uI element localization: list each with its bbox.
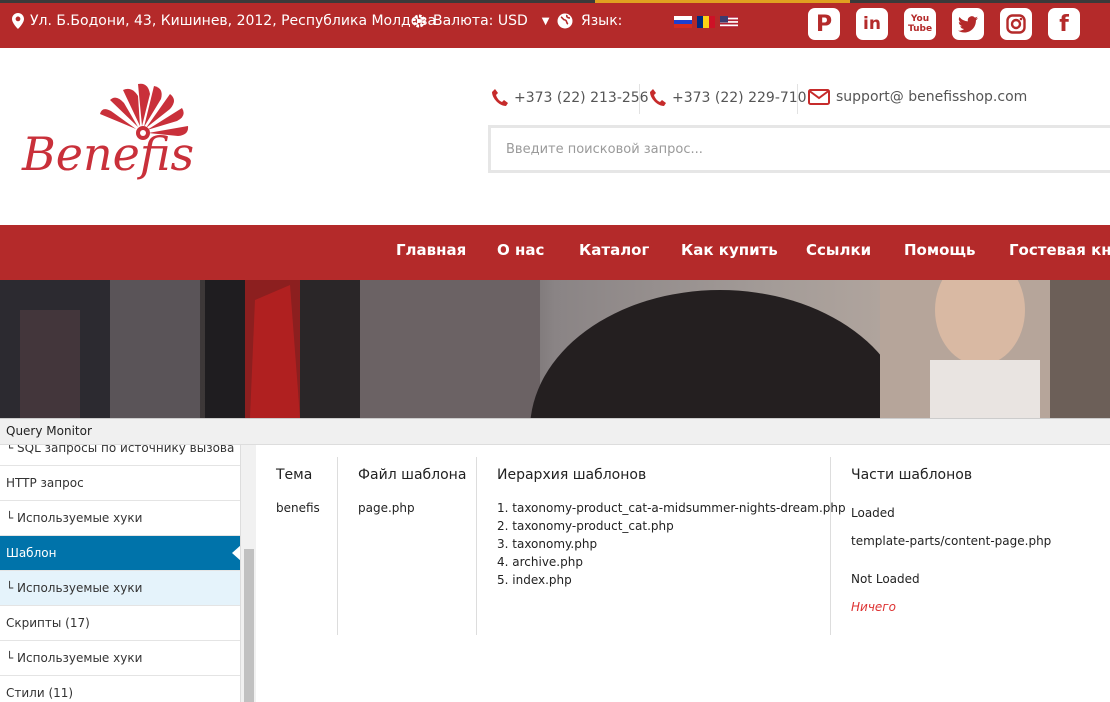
map-pin-icon — [12, 13, 24, 29]
qm-col-theme-header: Тема — [276, 467, 313, 483]
qm-title: Query Monitor — [0, 419, 1110, 445]
globe-icon — [557, 13, 573, 29]
qm-col-file-header: Файл шаблона — [358, 467, 467, 483]
qm-loaded-value: template-parts/content-page.php — [851, 534, 1052, 548]
flag-us-icon[interactable] — [720, 16, 738, 28]
phone-1[interactable]: +373 (22) 213-256 — [492, 89, 649, 107]
qm-not-loaded-value: Ничего — [851, 600, 896, 614]
nav-item-how-to-buy[interactable]: Как купить — [681, 241, 778, 259]
qm-not-loaded-label: Not Loaded — [851, 572, 920, 586]
qm-hierarchy-item: 5. index.php — [497, 573, 572, 587]
qm-nav-scripts[interactable]: Скрипты (17) — [0, 606, 240, 641]
address: Ул. Б.Бодони, 43, Кишинев, 2012, Республ… — [12, 13, 436, 29]
benefis-logo[interactable]: Benefis — [20, 78, 210, 198]
qm-col-hierarchy-header: Иерархия шаблонов — [497, 467, 647, 483]
qm-scrollbar-thumb[interactable] — [244, 549, 254, 702]
qm-loaded-label: Loaded — [851, 506, 895, 520]
qm-file-value: page.php — [358, 501, 415, 515]
divider — [337, 457, 338, 635]
qm-nav-http-request[interactable]: HTTP запрос — [0, 466, 240, 501]
nav-item-links[interactable]: Ссылки — [806, 241, 871, 259]
qm-nav-template[interactable]: Шаблон — [0, 536, 240, 571]
currency-label: Валюта: USD — [433, 13, 528, 29]
qm-nav-hooks[interactable]: └ Используемые хуки — [0, 501, 240, 536]
qm-nav-hooks[interactable]: └ Используемые хуки — [0, 571, 240, 606]
qm-nav-styles[interactable]: Стили (11) — [0, 676, 240, 702]
instagram-icon[interactable] — [1000, 8, 1032, 40]
pinterest-icon[interactable]: P — [808, 8, 840, 40]
flag-ro-icon[interactable] — [697, 16, 715, 28]
divider — [476, 457, 477, 635]
youtube-icon[interactable]: You Tube — [904, 8, 936, 40]
qm-sidebar: └ SQL запросы по источнику вызова HTTP з… — [0, 445, 241, 702]
divider — [639, 84, 640, 114]
nav-item-help[interactable]: Помощь — [904, 241, 976, 259]
chevron-down-icon: ▼ — [541, 15, 550, 27]
email-text: support@ benefisshop.com — [836, 89, 1028, 105]
qm-col-parts-header: Части шаблонов — [851, 467, 973, 483]
linkedin-icon[interactable]: in — [856, 8, 888, 40]
nav-item-about[interactable]: О нас — [497, 241, 544, 259]
qm-hierarchy-item: 4. archive.php — [497, 555, 583, 569]
qm-nav-hooks[interactable]: └ Используемые хуки — [0, 641, 240, 676]
flag-ru-icon[interactable] — [674, 16, 692, 28]
phone-icon — [650, 89, 666, 106]
phone-2[interactable]: +373 (22) 229-710 — [650, 89, 807, 107]
query-monitor-panel: Query Monitor └ SQL запросы по источнику… — [0, 418, 1110, 702]
top-strip — [850, 0, 1110, 3]
search-input[interactable] — [491, 128, 1110, 170]
phone-icon — [492, 89, 508, 106]
phone-2-text: +373 (22) 229-710 — [672, 90, 807, 106]
nav-item-catalog[interactable]: Каталог — [579, 241, 649, 259]
currency-selector[interactable]: Валюта: USD ▼ — [411, 13, 549, 29]
phone-1-text: +373 (22) 213-256 — [514, 90, 649, 106]
main-nav: Главная О нас Каталог Как купить Ссылки … — [0, 225, 1110, 280]
qm-hierarchy-item: 3. taxonomy.php — [497, 537, 598, 551]
qm-hierarchy-item: 1. taxonomy-product_cat-a-midsummer-nigh… — [497, 501, 846, 515]
qm-theme-value: benefis — [276, 501, 320, 515]
twitter-icon[interactable] — [952, 8, 984, 40]
top-strip — [0, 0, 595, 3]
divider — [797, 84, 798, 114]
qm-hierarchy-item: 2. taxonomy-product_cat.php — [497, 519, 674, 533]
envelope-icon — [808, 89, 830, 105]
gear-icon — [412, 14, 426, 28]
active-indicator — [232, 545, 240, 561]
facebook-icon[interactable]: f — [1048, 8, 1080, 40]
email[interactable]: support@ benefisshop.com — [808, 89, 1027, 105]
logo-text: Benefis — [21, 127, 194, 181]
language-flags — [674, 16, 738, 28]
hero-image — [0, 280, 1110, 418]
nav-item-guestbook[interactable]: Гостевая книга — [1009, 241, 1110, 259]
language-label: Язык: — [581, 13, 623, 29]
search-box — [488, 125, 1110, 173]
qm-nav-sql-by-caller[interactable]: └ SQL запросы по источнику вызова — [0, 445, 240, 466]
divider — [830, 457, 831, 635]
hero-banner — [0, 280, 1110, 418]
language-selector: Язык: — [557, 13, 622, 29]
top-bar: Ул. Б.Бодони, 43, Кишинев, 2012, Республ… — [0, 0, 1110, 48]
nav-item-home[interactable]: Главная — [396, 241, 466, 259]
address-text: Ул. Б.Бодони, 43, Кишинев, 2012, Республ… — [30, 13, 437, 29]
top-strip-accent — [595, 0, 850, 3]
